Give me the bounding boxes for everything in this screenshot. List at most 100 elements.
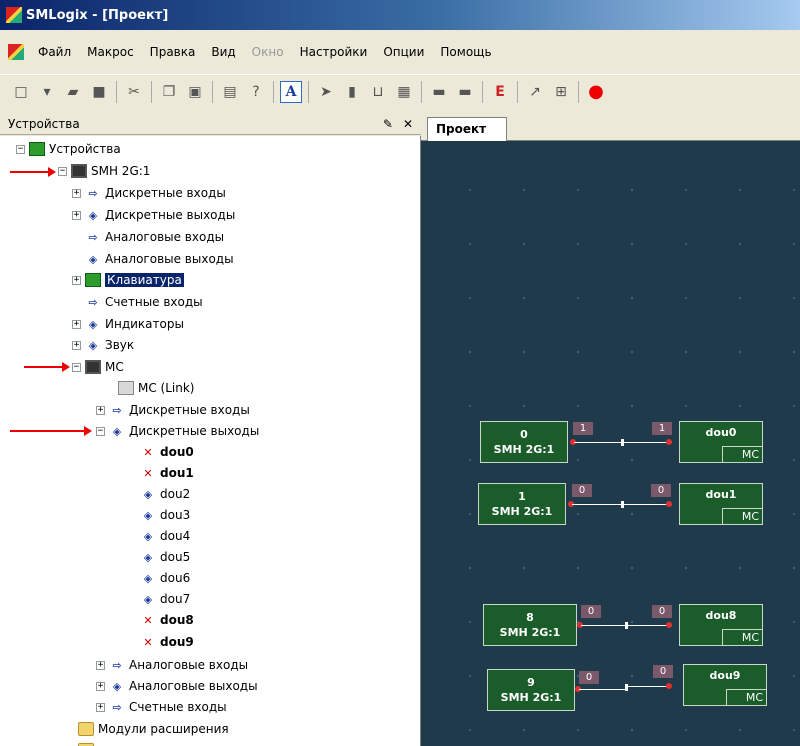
tree-label: dou2 <box>160 487 191 501</box>
tree-node-output[interactable]: ◈ dou5 <box>140 547 190 567</box>
pin-icon[interactable]: ✎ <box>383 117 393 131</box>
collapse-icon[interactable]: − <box>72 362 81 372</box>
menu-file[interactable]: Файл <box>30 45 79 59</box>
text-tool-icon[interactable]: A <box>280 80 302 103</box>
tree-node-mc-discrete-inputs[interactable]: + ⇨ Дискретные входы <box>96 400 250 420</box>
expand-icon[interactable]: + <box>72 210 81 220</box>
tree-node-mc-analog-inputs[interactable]: + ⇨ Аналоговые входы <box>96 655 248 675</box>
new-file-icon[interactable]: □ <box>10 81 32 103</box>
tree-label: Аналоговые входы <box>129 658 249 672</box>
block-tag: MC <box>722 629 762 645</box>
paste-icon[interactable]: ▣ <box>184 81 206 103</box>
expand-icon[interactable]: + <box>72 188 81 198</box>
tree-node-indicators[interactable]: + ◈ Индикаторы <box>72 314 184 334</box>
tree-node-output[interactable]: ◈ dou4 <box>140 526 190 546</box>
tree-node-output[interactable]: ◈ dou6 <box>140 568 190 588</box>
connection-wire[interactable] <box>627 686 667 687</box>
menu-settings[interactable]: Настройки <box>292 45 376 59</box>
output-arrow-icon: ◈ <box>88 252 98 266</box>
input-pin[interactable] <box>666 622 672 628</box>
connection-wire[interactable] <box>579 689 627 690</box>
tree-node-mc-analog-outputs[interactable]: + ◈ Аналоговые выходы <box>96 676 258 696</box>
arrow-tool-icon[interactable]: ↗ <box>524 81 546 103</box>
source-block[interactable]: 0 SMH 2G:1 <box>480 421 568 463</box>
tree-node-output[interactable]: ✕ dou8 <box>140 610 193 630</box>
tree-label: Устройства <box>49 142 121 156</box>
pointer-icon[interactable]: ➤ <box>315 81 337 103</box>
copy-icon[interactable]: ❐ <box>158 81 180 103</box>
output-arrow-icon: ◈ <box>143 550 153 564</box>
tree-node-modules[interactable]: Модули расширения <box>78 719 229 739</box>
menu-macro[interactable]: Макрос <box>79 45 142 59</box>
wire-icon[interactable]: ⊔ <box>367 81 389 103</box>
tree-label: Модули расширения <box>98 722 229 736</box>
tree-node-keyboard[interactable]: + Клавиатура <box>72 270 184 290</box>
tree-node-mc-link[interactable]: MC (Link) <box>118 378 194 398</box>
tab-project[interactable]: Проект <box>427 117 507 141</box>
source-block[interactable]: 1 SMH 2G:1 <box>478 483 566 525</box>
tree-node-analog-outputs[interactable]: ◈ Аналоговые выходы <box>85 249 234 269</box>
block-icon[interactable]: ▮ <box>341 81 363 103</box>
collapse-icon[interactable]: − <box>58 166 67 176</box>
tree-node-counter-inputs[interactable]: ⇨ Счетные входы <box>85 292 202 312</box>
red-flag-icon[interactable]: E <box>489 81 511 103</box>
tree-node-output[interactable]: ✕ dou0 <box>140 442 193 462</box>
expand-icon[interactable]: + <box>96 681 105 691</box>
print-icon[interactable]: ▤ <box>219 81 241 103</box>
project-canvas[interactable]: 0 SMH 2G:1 1 1 dou0 MC 1 SMH 2G:1 0 0 do… <box>421 141 800 746</box>
destination-block[interactable]: dou9 MC <box>683 664 767 706</box>
expand-icon[interactable]: + <box>72 275 81 285</box>
tree-node-sound[interactable]: + ◈ Звук <box>72 335 134 355</box>
menu-view[interactable]: Вид <box>203 45 243 59</box>
menu-edit[interactable]: Правка <box>142 45 204 59</box>
tree-node-discrete-inputs[interactable]: + ⇨ Дискретные входы <box>72 183 226 203</box>
save-icon[interactable]: ■ <box>88 81 110 103</box>
tree-node-mc[interactable]: − MC <box>72 357 124 377</box>
expand-icon[interactable]: + <box>96 405 105 415</box>
tree-node-device[interactable]: − SMH 2G:1 <box>58 161 150 181</box>
tree-node-mc-counter-inputs[interactable]: + ⇨ Счетные входы <box>96 697 227 717</box>
tree-node-output[interactable]: ◈ dou2 <box>140 484 190 504</box>
dropdown-arrow-icon[interactable]: ▾ <box>36 81 58 103</box>
expand-icon[interactable]: + <box>72 340 81 350</box>
open-folder-icon[interactable]: ▰ <box>62 81 84 103</box>
tree-node-analog-inputs[interactable]: ⇨ Аналоговые входы <box>85 227 224 247</box>
shape-alt-icon[interactable]: ▬ <box>454 81 476 103</box>
menu-options[interactable]: Опции <box>375 45 432 59</box>
output-arrow-icon: ◈ <box>143 487 153 501</box>
cut-icon[interactable]: ✂ <box>123 81 145 103</box>
tree-node-output[interactable]: ◈ dou3 <box>140 505 190 525</box>
app-menu-icon[interactable] <box>8 44 24 60</box>
source-block[interactable]: 8 SMH 2G:1 <box>483 604 577 646</box>
tree-node-mc-discrete-outputs[interactable]: − ◈ Дискретные выходы <box>96 421 259 441</box>
tree-node-root[interactable]: − Устройства <box>16 139 121 159</box>
menu-window[interactable]: Окно <box>244 45 292 59</box>
device-icon <box>71 164 87 178</box>
input-arrow-icon: ⇨ <box>88 230 98 244</box>
help-icon[interactable]: ? <box>245 81 267 103</box>
expand-icon[interactable]: + <box>96 660 105 670</box>
collapse-icon[interactable]: − <box>16 144 25 154</box>
expand-icon[interactable]: + <box>72 319 81 329</box>
grid-tool-icon[interactable]: ⊞ <box>550 81 572 103</box>
tree-node-output[interactable]: ✕ dou1 <box>140 463 193 483</box>
destination-block[interactable]: dou0 MC <box>679 421 763 463</box>
input-pin[interactable] <box>666 683 672 689</box>
input-pin[interactable] <box>666 501 672 507</box>
component-icon[interactable]: ▦ <box>393 81 415 103</box>
expand-icon[interactable]: + <box>96 702 105 712</box>
collapse-icon[interactable]: − <box>96 426 105 436</box>
shape-icon[interactable]: ▬ <box>428 81 450 103</box>
tree-node-folder-partial[interactable] <box>78 740 98 746</box>
input-pin[interactable] <box>666 439 672 445</box>
destination-block[interactable]: dou1 MC <box>679 483 763 525</box>
close-icon[interactable]: ✕ <box>403 117 413 131</box>
tree-node-output[interactable]: ◈ dou7 <box>140 589 190 609</box>
tree-node-discrete-outputs[interactable]: + ◈ Дискретные выходы <box>72 205 235 225</box>
menu-help[interactable]: Помощь <box>432 45 499 59</box>
record-icon[interactable]: ● <box>585 81 607 103</box>
source-block[interactable]: 9 SMH 2G:1 <box>487 669 575 711</box>
devices-panel-header: Устройства ✎ ✕ <box>0 113 421 135</box>
destination-block[interactable]: dou8 MC <box>679 604 763 646</box>
tree-node-output[interactable]: ✕ dou9 <box>140 632 193 652</box>
